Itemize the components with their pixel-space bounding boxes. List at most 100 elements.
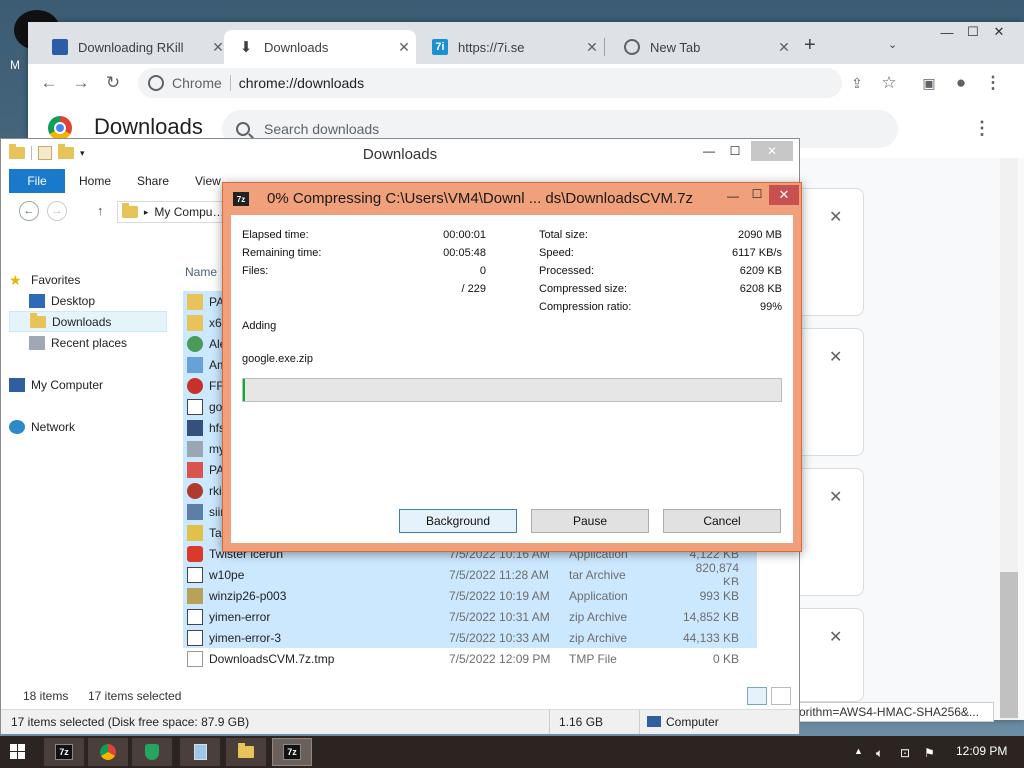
pause-button[interactable]: Pause [531,509,649,533]
nav-label: Recent places [51,335,128,350]
close-icon[interactable]: ✕ [829,207,842,227]
maximize-icon[interactable]: ☐ [723,141,747,161]
stat-label: Speed: [539,247,574,259]
side-panel-icon[interactable]: ▣ [918,72,940,94]
close-window-icon[interactable]: ✕ [769,185,799,205]
7zip-logo-icon: 7z [233,192,249,206]
forward-arrow-icon[interactable]: → [47,201,67,221]
details-text: 17 items selected (Disk free space: 87.9… [11,715,250,729]
file-row[interactable]: yimen-error-3 7/5/2022 10:33 AM zip Archiv… [183,627,757,648]
nav-favorites[interactable]: ★ Favorites [9,269,167,290]
page-title: Downloads [94,114,203,139]
clock[interactable]: 12:09 PM [956,744,1007,758]
tab-search-chevron-icon[interactable]: ⌄ [888,38,897,51]
reload-icon[interactable]: ↻ [102,72,124,94]
chrome-site-icon [148,75,164,91]
minimize-icon[interactable]: — [721,189,745,205]
nav-my-computer[interactable]: My Computer [9,374,167,395]
stat-value: 99% [759,301,782,313]
taskbar-explorer[interactable] [226,738,266,766]
taskbar: 7z 7z ▲ 🔈︎ ⊡ ⚑ 12:09 PM [0,736,1024,768]
app-icon [187,356,203,373]
forward-arrow-icon[interactable]: → [70,72,92,94]
details-view-icon[interactable] [747,687,767,705]
large-icons-view-icon[interactable] [771,687,791,705]
taskbar-chrome[interactable] [88,738,128,766]
close-icon[interactable]: ✕ [829,487,842,507]
new-tab-button[interactable]: + [804,34,816,57]
file-date: 7/5/2022 10:19 AM [449,588,550,603]
stat-value: 6117 KB/s [732,247,782,259]
network-icon[interactable]: ⊡ [900,746,910,760]
stat-value: 6209 KB [739,265,782,277]
volume-muted-icon[interactable]: 🔈︎ [876,746,883,761]
scrollbar-thumb[interactable] [1000,572,1018,718]
close-window-icon[interactable]: ✕ [984,22,1014,42]
star-icon: ★ [9,271,22,288]
chrome-favicon-icon [624,39,640,55]
start-button[interactable] [10,744,26,760]
close-icon[interactable]: ✕ [392,39,416,56]
minimize-icon[interactable]: — [697,141,721,161]
nav-desktop[interactable]: Desktop [29,290,167,311]
file-row[interactable]: w10pe 7/5/2022 11:28 AM tar Archive 820,874… [183,561,757,589]
column-header-name[interactable]: Name [185,265,217,279]
nav-recent-places[interactable]: Recent places [29,332,167,353]
breadcrumb[interactable]: My Computer [154,205,226,219]
file-row[interactable]: winzip26-p003 7/5/2022 10:19 AM Applicatio… [183,585,757,606]
back-arrow-icon[interactable]: ← [38,72,60,94]
file-name: DownloadsCVM.7z.tmp [209,651,335,666]
taskbar-notepad[interactable] [180,738,220,766]
search-icon [236,122,250,136]
tab-label: New Tab [650,39,701,55]
taskbar-7zip-active[interactable]: 7z [272,738,312,766]
share-icon[interactable]: ⇪ [846,72,868,94]
nav-downloads[interactable]: Downloads [9,311,167,332]
cancel-button[interactable]: Cancel [663,509,781,533]
address-box[interactable]: ▸ My Computer [117,201,227,223]
maximize-icon[interactable]: ☐ [745,187,769,203]
downloads-menu-icon[interactable]: ⋮ [973,118,991,139]
up-arrow-icon[interactable]: ↑ [97,203,104,218]
taskbar-shield-app[interactable] [132,738,172,766]
tab-7i-se[interactable]: 7i https://7i.se ✕ [414,30,604,64]
file-name: yimen-error-3 [209,630,282,645]
dialog-titlebar: 7z 0% Compressing C:\Users\VM4\Downl ...… [223,183,801,215]
back-arrow-icon[interactable]: ← [19,201,39,221]
zip-archive-icon [187,629,203,646]
close-icon[interactable]: ✕ [772,39,796,56]
close-icon[interactable]: ✕ [580,39,604,56]
breadcrumb-chevron-icon[interactable]: ▸ [144,207,149,218]
bookmark-star-icon[interactable]: ☆ [878,72,900,94]
chrome-menu-icon[interactable]: ⋮ [982,72,1004,94]
tab-file[interactable]: File [9,169,65,193]
file-row[interactable]: DownloadsCVM.7z.tmp 7/5/2022 12:09 PM TMP … [183,648,757,669]
profile-avatar-icon[interactable]: ● [950,72,972,94]
taskbar-7zip[interactable]: 7z [44,738,84,766]
close-icon[interactable]: ✕ [829,347,842,367]
tab-separator [604,38,605,56]
file-row[interactable]: yimen-error 7/5/2022 10:31 AM zip Archive 1… [183,606,757,627]
recent-places-icon [29,335,45,350]
zip-archive-icon [187,608,203,625]
omnibox-url[interactable]: chrome://downloads [239,75,364,91]
background-button[interactable]: Background [399,509,517,533]
tab-new-tab[interactable]: New Tab ✕ [606,30,796,64]
app-icon [187,524,203,541]
close-icon[interactable]: ✕ [829,627,842,647]
tab-share[interactable]: Share [123,169,183,193]
tab-home[interactable]: Home [65,169,125,193]
tray-overflow-chevron-icon[interactable]: ▲ [854,746,863,756]
stat-label: Elapsed time: [242,229,309,241]
tab-downloading-rkill[interactable]: Downloading RKill ✕ [34,30,230,64]
omnibox[interactable]: Chrome chrome://downloads [138,68,842,98]
file-size: 0 KB [712,651,739,666]
progress-bar [242,378,782,402]
app-icon [187,377,203,394]
tab-label: Downloads [264,39,329,55]
close-window-icon[interactable]: ✕ [751,141,793,161]
file-type: Application [569,588,628,603]
tab-downloads[interactable]: ⬇ Downloads ✕ [224,30,416,64]
action-center-icon[interactable]: ⚑ [924,746,935,760]
nav-network[interactable]: Network [9,416,167,437]
